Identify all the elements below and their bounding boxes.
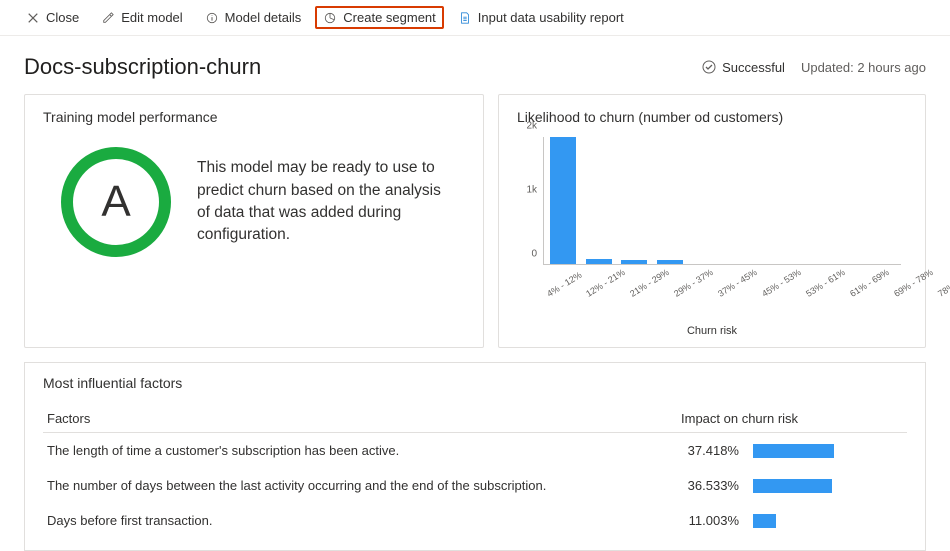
factor-label: Days before first transaction.: [43, 503, 677, 538]
page-header: Docs-subscription-churn Successful Updat…: [0, 36, 950, 94]
factors-card: Most influential factors Factors Impact …: [24, 362, 926, 551]
info-icon: [205, 11, 219, 25]
x-label: 61% - 69%: [846, 264, 891, 299]
factor-label: The number of days between the last acti…: [43, 468, 677, 503]
file-icon: [458, 11, 472, 25]
status-text: Successful: [722, 60, 785, 75]
factors-table: Factors Impact on churn risk The length …: [43, 405, 907, 538]
impact-value: 11.003%: [681, 513, 739, 528]
model-details-button[interactable]: Model details: [197, 6, 310, 29]
x-label: 29% - 37%: [670, 264, 715, 299]
segment-icon: [323, 11, 337, 25]
bar-column: [832, 137, 866, 264]
training-performance-card: Training model performance A This model …: [24, 94, 484, 348]
churn-chart-card: Likelihood to churn (number od customers…: [498, 94, 926, 348]
bar-column: [653, 137, 687, 264]
close-button[interactable]: Close: [18, 6, 87, 29]
bar: [550, 137, 576, 264]
x-axis-title: Churn risk: [517, 325, 907, 337]
impact-bar: [753, 479, 832, 493]
close-icon: [26, 11, 40, 25]
close-label: Close: [46, 10, 79, 25]
bar-column: [867, 137, 901, 264]
bar-column: [689, 137, 723, 264]
x-label: 37% - 45%: [714, 264, 759, 299]
create-segment-button[interactable]: Create segment: [315, 6, 444, 29]
y-axis: 01k2k: [517, 137, 541, 265]
table-row: The length of time a customer's subscrip…: [43, 433, 907, 469]
churn-chart-title: Likelihood to churn (number od customers…: [517, 109, 907, 125]
x-label: 53% - 61%: [802, 264, 847, 299]
plot: [543, 137, 901, 265]
input-report-button[interactable]: Input data usability report: [450, 6, 632, 29]
table-row: Days before first transaction. 11.003%: [43, 503, 907, 538]
table-row: The number of days between the last acti…: [43, 468, 907, 503]
impact-bar: [753, 514, 776, 528]
bar-column: [760, 137, 794, 264]
grade-circle: A: [61, 147, 171, 257]
impact-col-header: Impact on churn risk: [677, 405, 907, 433]
bar-column: [582, 137, 616, 264]
x-label: 78% - 86%: [934, 264, 950, 299]
bar-column: [796, 137, 830, 264]
model-details-label: Model details: [225, 10, 302, 25]
x-label: 69% - 78%: [890, 264, 935, 299]
y-tick: 0: [531, 249, 537, 260]
training-performance-title: Training model performance: [43, 109, 465, 125]
bar-column: [725, 137, 759, 264]
toolbar: Close Edit model Model details Create se…: [0, 0, 950, 36]
status-group: Successful Updated: 2 hours ago: [702, 60, 926, 75]
factor-label: The length of time a customer's subscrip…: [43, 433, 677, 469]
x-label: 12% - 21%: [582, 264, 627, 299]
check-circle-icon: [702, 60, 716, 74]
impact-cell: 37.418%: [677, 433, 907, 469]
bar: [657, 260, 683, 264]
bar-column: [617, 137, 651, 264]
impact-cell: 36.533%: [677, 468, 907, 503]
bar: [621, 260, 647, 264]
impact-cell: 11.003%: [677, 503, 907, 538]
factors-title: Most influential factors: [43, 375, 907, 391]
y-tick: 2k: [526, 121, 537, 132]
edit-model-label: Edit model: [121, 10, 182, 25]
x-label: 4% - 12%: [543, 266, 584, 299]
create-segment-label: Create segment: [343, 10, 436, 25]
y-tick: 1k: [526, 185, 537, 196]
performance-description: This model may be ready to use to predic…: [197, 157, 465, 247]
chart-area: 01k2k 4% - 12%12% - 21%21% - 29%29% - 37…: [517, 137, 907, 297]
bar-column: [546, 137, 580, 264]
input-report-label: Input data usability report: [478, 10, 624, 25]
factors-col-header: Factors: [43, 405, 677, 433]
x-label: 21% - 29%: [626, 264, 671, 299]
pencil-icon: [101, 11, 115, 25]
impact-bar: [753, 444, 834, 458]
impact-value: 36.533%: [681, 478, 739, 493]
updated-text: Updated: 2 hours ago: [801, 60, 926, 75]
impact-value: 37.418%: [681, 443, 739, 458]
page-title: Docs-subscription-churn: [24, 54, 261, 80]
x-label: 45% - 53%: [758, 264, 803, 299]
edit-model-button[interactable]: Edit model: [93, 6, 190, 29]
bar: [586, 259, 612, 264]
status-badge: Successful: [702, 60, 785, 75]
grade-letter: A: [101, 177, 130, 227]
